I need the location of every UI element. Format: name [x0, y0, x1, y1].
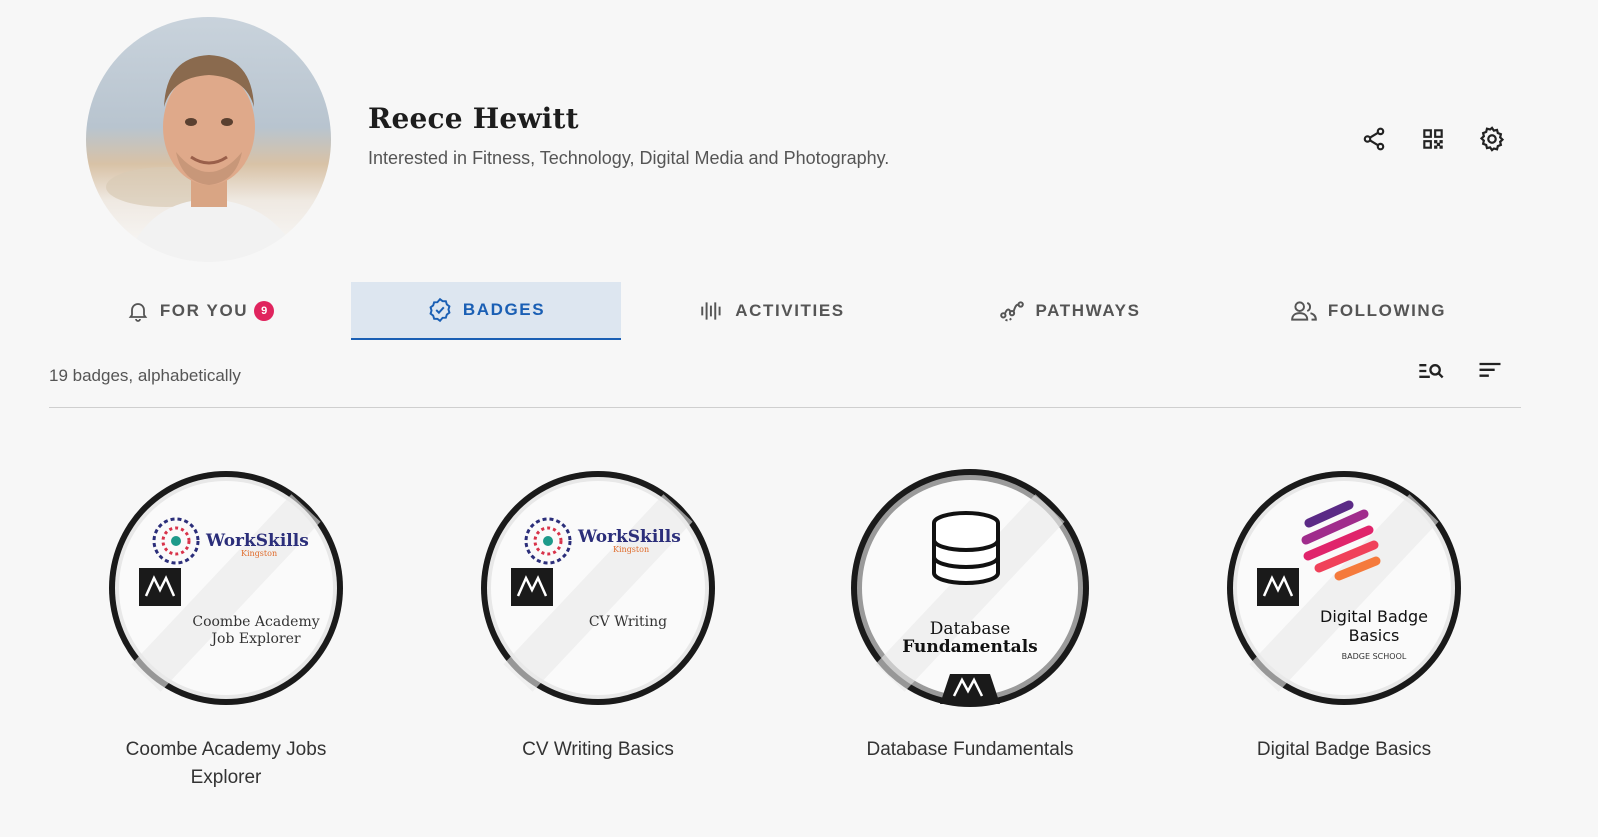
- tab-bar: FOR YOU 9 BADGES ACTIVITIES PATHWAYS FOL…: [0, 282, 1598, 340]
- badge-count-summary: 19 badges, alphabetically: [49, 366, 241, 385]
- people-icon: [1291, 301, 1317, 321]
- gear-icon[interactable]: [1475, 122, 1509, 156]
- database-icon: [932, 511, 1000, 585]
- badge-inner-text: BADGE SCHOOL: [1342, 652, 1407, 661]
- badge-image: WorkSkills Kingston CV Writing: [481, 471, 715, 705]
- waveform-icon: [701, 302, 721, 320]
- badge-logo-subtext: Kingston: [613, 545, 649, 554]
- badge-card[interactable]: Digital Badge Basics BADGE SCHOOL Digita…: [1194, 468, 1494, 764]
- badge-logo-text: WorkSkills: [205, 531, 309, 551]
- profile-name: Reece Hewitt: [368, 102, 579, 135]
- badge-title: Database Fundamentals: [866, 739, 1074, 760]
- tab-label: BADGES: [462, 300, 546, 319]
- tab-label: FOR YOU: [159, 301, 249, 320]
- list-divider: [49, 407, 1521, 408]
- badge-inner-text: Job Explorer: [209, 631, 300, 647]
- tab-following[interactable]: FOLLOWING: [1248, 282, 1488, 340]
- badge-inner-text: Fundamentals: [902, 637, 1037, 657]
- badge-title: Digital Badge Basics: [1256, 739, 1432, 760]
- badge-image: WorkSkills Kingston Coombe Academy Job E…: [109, 471, 343, 705]
- notification-count-badge: 9: [254, 301, 275, 321]
- share-icon[interactable]: [1357, 122, 1391, 156]
- badge-inner-text: Database: [930, 619, 1011, 639]
- tab-label: PATHWAYS: [1035, 301, 1141, 320]
- sort-icon[interactable]: [1475, 356, 1505, 386]
- filter-search-icon[interactable]: [1416, 356, 1446, 386]
- badge-check-icon: [429, 297, 451, 323]
- badge-inner-text: Coombe Academy: [192, 614, 319, 630]
- badge-image: Database Fundamentals: [851, 469, 1089, 707]
- pathway-icon: [1000, 301, 1025, 322]
- badge-card[interactable]: WorkSkills Kingston CV Writing CV Writin…: [448, 468, 748, 764]
- badge-logo-text: WorkSkills: [577, 527, 681, 547]
- badge-inner-text: CV Writing: [589, 614, 667, 630]
- qr-code-icon[interactable]: [1416, 122, 1450, 156]
- tab-label: ACTIVITIES: [735, 301, 845, 320]
- tab-pathways[interactable]: PATHWAYS: [950, 282, 1190, 340]
- badge-image: Digital Badge Basics BADGE SCHOOL: [1227, 471, 1461, 705]
- tab-badges[interactable]: BADGES: [351, 282, 621, 340]
- badge-card[interactable]: Database Fundamentals Database Fundament…: [820, 468, 1120, 764]
- badge-title: CV Writing Basics: [522, 739, 674, 760]
- tab-activities[interactable]: ACTIVITIES: [652, 282, 892, 340]
- profile-bio: Interested in Fitness, Technology, Digit…: [368, 148, 890, 168]
- badge-inner-text: Digital Badge: [1320, 607, 1428, 626]
- tab-for-you[interactable]: FOR YOU 9: [80, 282, 320, 340]
- badge-inner-text: Basics: [1349, 626, 1400, 645]
- bell-icon: [128, 303, 148, 322]
- badge-title: Coombe Academy Jobs Explorer: [125, 739, 327, 788]
- tab-label: FOLLOWING: [1327, 301, 1447, 320]
- badge-card[interactable]: WorkSkills Kingston Coombe Academy Job E…: [76, 468, 376, 792]
- profile-avatar: [86, 17, 331, 262]
- badge-logo-subtext: Kingston: [241, 549, 277, 558]
